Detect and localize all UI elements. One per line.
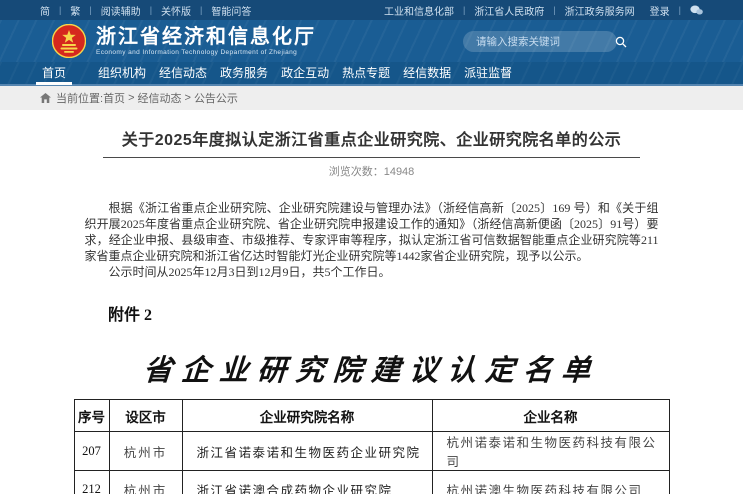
- nav-item-organization[interactable]: 组织机构: [98, 62, 146, 84]
- top-utility-bar: 简 | 繁 | 阅读辅助 | 关怀版 | 智能问答 工业和信息化部 | 浙江省人…: [0, 0, 743, 20]
- link-smart-qa[interactable]: 智能问答: [211, 3, 251, 18]
- cell-city: 杭州市: [109, 432, 182, 471]
- link-reading-aid[interactable]: 阅读辅助: [101, 3, 141, 18]
- divider: |: [679, 5, 681, 15]
- breadcrumb-label: 当前位置:: [56, 90, 103, 106]
- breadcrumb-separator: >: [128, 92, 134, 104]
- roster-table: 序号 设区市 企业研究院名称 企业名称 207 杭州市 浙江省诺泰诺和生物医药企…: [74, 399, 670, 494]
- link-traditional[interactable]: 繁: [70, 3, 80, 18]
- view-count-value: 14948: [384, 166, 415, 178]
- article-body: 根据《浙江省重点企业研究院、企业研究院建设与管理办法》（浙经信高新〔2025〕1…: [85, 200, 659, 280]
- national-emblem-logo: [52, 24, 86, 58]
- nav-item-news[interactable]: 经信动态: [159, 62, 207, 84]
- nav-item-services[interactable]: 政务服务: [220, 62, 268, 84]
- divider: |: [463, 5, 465, 15]
- nav-item-interaction[interactable]: 政企互动: [281, 62, 329, 84]
- table-row: 212 杭州市 浙江省诺澳合成药物企业研究院 杭州诺澳生物医药科技有限公司: [74, 471, 669, 494]
- breadcrumb-home[interactable]: 首页: [103, 90, 125, 106]
- header-institute: 企业研究院名称: [182, 400, 432, 432]
- header-company: 企业名称: [432, 400, 669, 432]
- cell-company: 杭州诺澳生物医药科技有限公司: [432, 471, 669, 494]
- link-zj-service[interactable]: 浙江政务服务网: [565, 3, 635, 18]
- nav-item-supervision[interactable]: 派驻监督: [464, 62, 512, 84]
- cell-institute: 浙江省诺澳合成药物企业研究院: [182, 471, 432, 494]
- nav-item-hot-topics[interactable]: 热点专题: [342, 62, 390, 84]
- roster-title: 省企业研究院建议认定名单: [0, 347, 743, 389]
- view-count: 浏览次数：14948: [0, 163, 743, 179]
- link-care-version[interactable]: 关怀版: [161, 3, 191, 18]
- breadcrumb-separator: >: [185, 92, 191, 104]
- cell-serial: 207: [74, 432, 109, 471]
- nav-item-data[interactable]: 经信数据: [403, 62, 451, 84]
- divider: |: [89, 5, 91, 15]
- table-row: 207 杭州市 浙江省诺泰诺和生物医药企业研究院 杭州诺泰诺和生物医药科技有限公…: [74, 432, 669, 471]
- link-zj-gov[interactable]: 浙江省人民政府: [474, 3, 544, 18]
- breadcrumb-announcements[interactable]: 公告公示: [194, 90, 238, 106]
- divider: |: [553, 5, 555, 15]
- title-divider: [103, 157, 640, 158]
- cell-institute: 浙江省诺泰诺和生物医药企业研究院: [182, 432, 432, 471]
- cell-serial: 212: [74, 471, 109, 494]
- main-nav: 首页 组织机构 经信动态 政务服务 政企互动 热点专题 经信数据 派驻监督: [0, 62, 743, 86]
- site-search: [463, 31, 617, 52]
- divider: |: [150, 5, 152, 15]
- attachment-label: 附件 2: [108, 301, 743, 325]
- site-brand[interactable]: 浙江省经济和信息化厅 Economy and Information Techn…: [96, 26, 316, 56]
- cell-company: 杭州诺泰诺和生物医药科技有限公司: [432, 432, 669, 471]
- divider: |: [59, 5, 61, 15]
- table-header-row: 序号 设区市 企业研究院名称 企业名称: [74, 400, 669, 432]
- breadcrumb: 当前位置:首页>经信动态>公告公示: [0, 86, 743, 110]
- wechat-icon[interactable]: [690, 5, 703, 16]
- site-subtitle-en: Economy and Information Technology Depar…: [96, 49, 316, 56]
- article-title: 关于2025年度拟认定浙江省重点企业研究院、企业研究院名单的公示: [0, 126, 743, 150]
- topbar-left-links: 简 | 繁 | 阅读辅助 | 关怀版 | 智能问答: [40, 3, 251, 18]
- link-miit[interactable]: 工业和信息化部: [384, 3, 454, 18]
- search-icon[interactable]: [615, 36, 627, 48]
- search-input[interactable]: [463, 36, 615, 48]
- cell-city: 杭州市: [109, 471, 182, 494]
- paragraph: 公示时间从2025年12月3日到12月9日，共5个工作日。: [85, 264, 659, 280]
- paragraph: 根据《浙江省重点企业研究院、企业研究院建设与管理办法》（浙经信高新〔2025〕1…: [85, 200, 659, 264]
- login-button[interactable]: 登录: [650, 3, 670, 18]
- nav-item-home[interactable]: 首页: [42, 62, 66, 84]
- header-serial: 序号: [74, 400, 109, 432]
- breadcrumb-news[interactable]: 经信动态: [138, 90, 182, 106]
- article: 关于2025年度拟认定浙江省重点企业研究院、企业研究院名单的公示 浏览次数：14…: [0, 126, 743, 494]
- view-count-label: 浏览次数：: [329, 166, 384, 178]
- masthead: 浙江省经济和信息化厅 Economy and Information Techn…: [0, 20, 743, 62]
- topbar-right-links: 工业和信息化部 | 浙江省人民政府 | 浙江政务服务网 登录 |: [384, 3, 703, 18]
- link-simplified[interactable]: 简: [40, 3, 50, 18]
- header-city: 设区市: [109, 400, 182, 432]
- divider: |: [200, 5, 202, 15]
- home-icon: [40, 93, 51, 103]
- site-title: 浙江省经济和信息化厅: [96, 26, 316, 48]
